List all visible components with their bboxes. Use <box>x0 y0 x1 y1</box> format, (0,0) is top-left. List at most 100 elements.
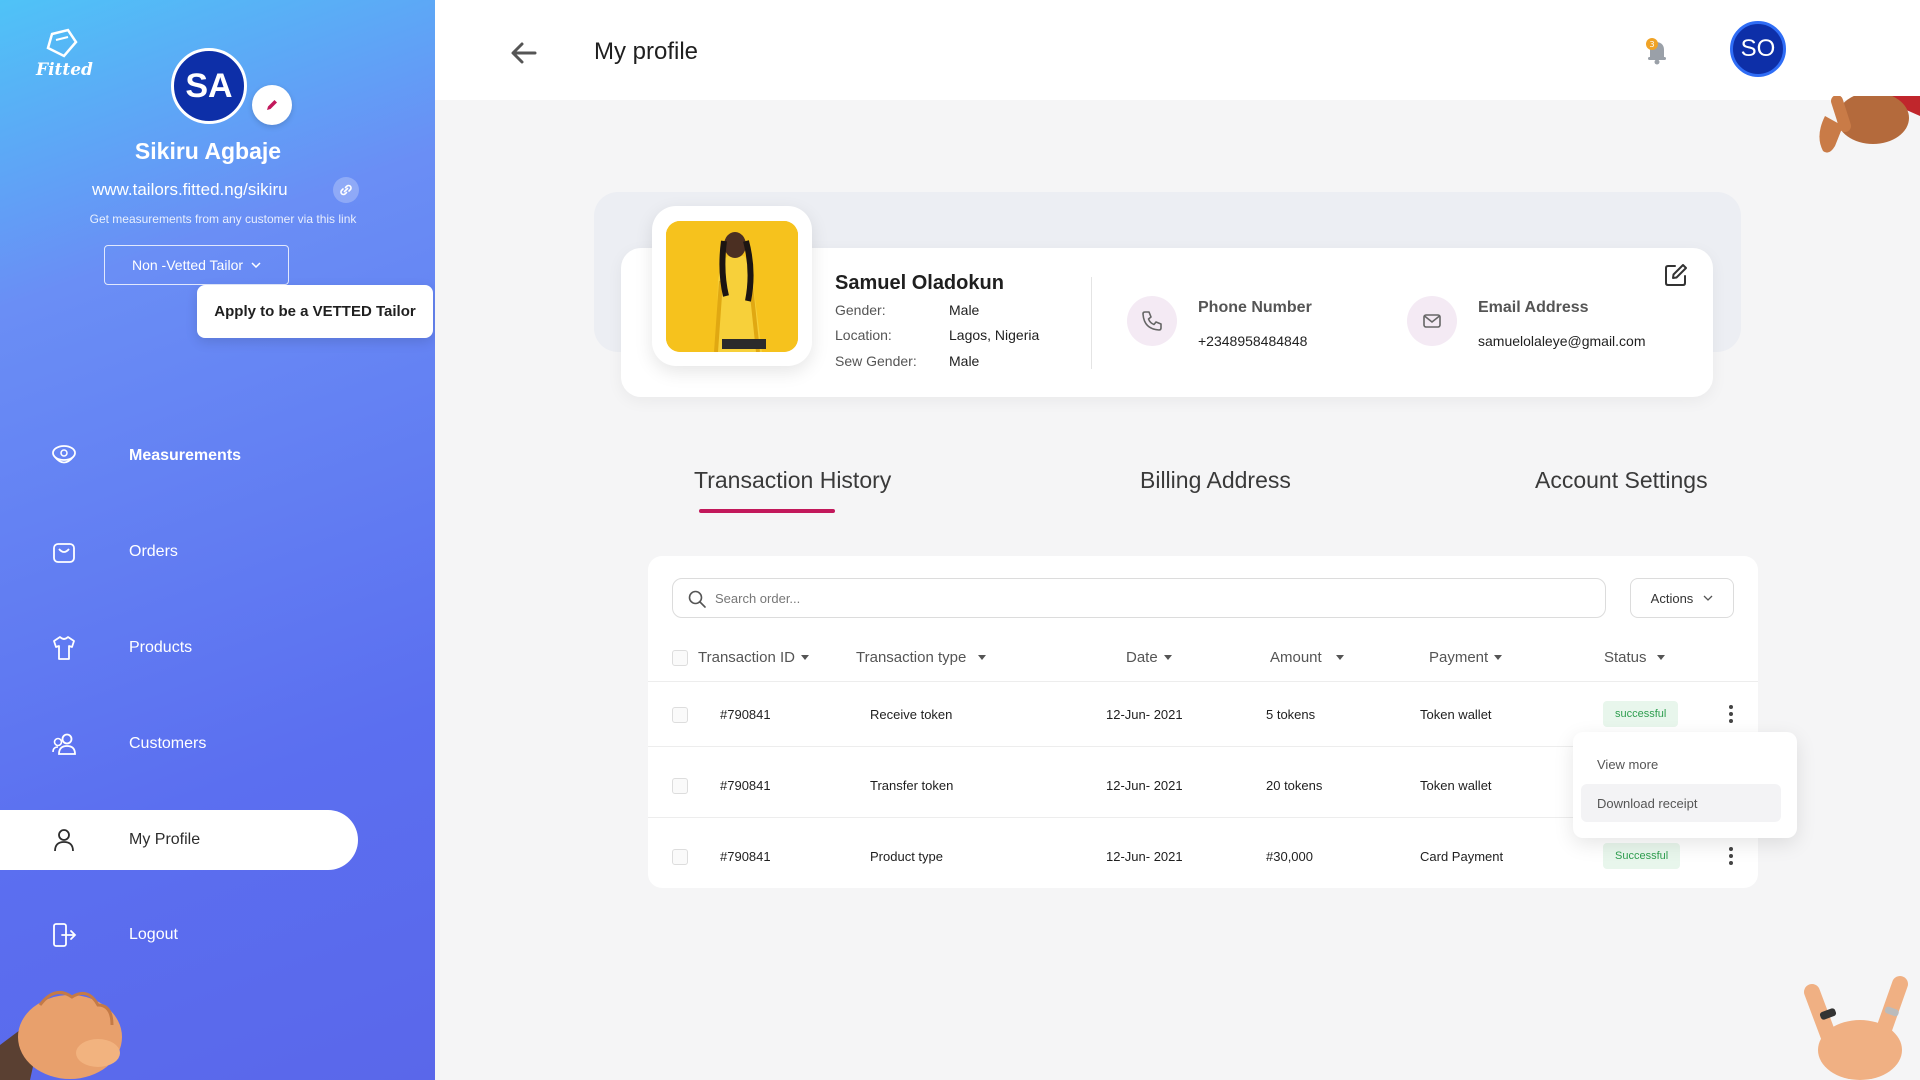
cell-amount: 20 tokens <box>1266 778 1323 793</box>
sort-caret-icon <box>978 655 987 660</box>
back-arrow-icon[interactable] <box>509 38 539 68</box>
sidebar-item-orders[interactable]: Orders <box>0 522 358 582</box>
notification-count-badge: 3 <box>1646 38 1658 50</box>
cell-amount: #30,000 <box>1266 849 1313 864</box>
column-header-label: Payment <box>1429 649 1489 666</box>
phone-label: Phone Number <box>1198 299 1312 316</box>
profile-photo <box>666 221 798 352</box>
sidebar-item-customers[interactable]: Customers <box>0 714 358 774</box>
sort-caret-icon <box>1163 655 1172 660</box>
sidebar-item-label: Measurements <box>129 447 242 464</box>
cell-transaction-id: #790841 <box>720 849 771 864</box>
logo-text: Fitted <box>36 60 93 80</box>
cell-date: 12-Jun- 2021 <box>1106 778 1183 793</box>
column-header-label: Status <box>1604 649 1647 666</box>
cell-payment: Token wallet <box>1420 778 1492 793</box>
tailor-link[interactable]: www.tailors.fitted.ng/sikiru <box>92 180 288 200</box>
link-icon <box>340 184 352 196</box>
tab-transaction-history[interactable]: Transaction History <box>694 467 891 494</box>
cell-transaction-type: Transfer token <box>870 778 954 793</box>
cell-payment: Token wallet <box>1420 707 1492 722</box>
top-bar: My profile 3 SO <box>435 0 1920 100</box>
search-box <box>672 578 1606 618</box>
sort-caret-icon <box>1656 655 1665 660</box>
users-icon <box>50 730 78 758</box>
apply-vetted-button[interactable]: Apply to be a VETTED Tailor <box>197 285 433 338</box>
sidebar-item-label: My Profile <box>129 831 201 848</box>
column-header-transaction-type[interactable]: Transaction type <box>856 649 987 666</box>
sort-caret-icon <box>800 655 809 660</box>
row-checkbox[interactable] <box>672 849 688 865</box>
tab-account-settings[interactable]: Account Settings <box>1535 467 1708 494</box>
active-tab-indicator <box>699 509 835 513</box>
cell-transaction-type: Product type <box>870 849 943 864</box>
copy-link-button[interactable] <box>333 177 359 203</box>
row-context-menu: View more Download receipt <box>1573 732 1797 838</box>
menu-item-view-more[interactable]: View more <box>1581 745 1781 783</box>
column-header-label: Transaction ID <box>698 649 795 666</box>
row-menu-button[interactable] <box>1721 842 1741 870</box>
cell-date: 12-Jun- 2021 <box>1106 849 1183 864</box>
measuring-tape-icon <box>50 442 78 470</box>
sidebar-avatar: SA <box>171 48 247 124</box>
sidebar-item-my-profile[interactable]: My Profile <box>0 810 358 870</box>
location-value: Lagos, Nigeria <box>949 327 1040 343</box>
status-badge: Successful <box>1603 843 1681 869</box>
vetted-status-dropdown[interactable]: Non -Vetted Tailor <box>104 245 289 285</box>
sidebar-item-label: Logout <box>129 926 178 943</box>
column-header-status[interactable]: Status <box>1604 649 1665 666</box>
vetted-status-label: Non -Vetted Tailor <box>131 257 244 273</box>
column-header-label: Amount <box>1270 649 1322 666</box>
page-title: My profile <box>594 38 699 65</box>
email-label: Email Address <box>1478 299 1589 316</box>
cell-transaction-id: #790841 <box>720 778 771 793</box>
row-checkbox[interactable] <box>672 778 688 794</box>
email-value: samuelolaleye@gmail.com <box>1478 333 1646 349</box>
user-avatar[interactable]: SO <box>1730 21 1786 77</box>
gender-label: Gender: <box>835 302 886 318</box>
chevron-down-icon <box>1703 595 1713 601</box>
search-icon <box>688 590 706 608</box>
location-label: Location: <box>835 327 892 343</box>
edit-profile-icon[interactable] <box>1663 262 1689 288</box>
sidebar-item-measurements[interactable]: Measurements <box>0 426 358 486</box>
sidebar: Fitted SA Sikiru Agbaje www.tailors.fitt… <box>0 0 435 1080</box>
row-menu-button[interactable] <box>1721 700 1741 728</box>
row-checkbox[interactable] <box>672 707 688 723</box>
user-icon <box>50 826 78 854</box>
chevron-down-icon <box>251 262 261 268</box>
sidebar-item-logout[interactable]: Logout <box>0 905 358 965</box>
cell-amount: 5 tokens <box>1266 707 1316 722</box>
column-header-amount[interactable]: Amount <box>1270 649 1344 666</box>
card-divider <box>1091 277 1092 369</box>
column-header-date[interactable]: Date <box>1126 649 1172 666</box>
status-badge: successful <box>1603 701 1679 727</box>
shirt-icon <box>50 634 78 662</box>
gender-value: Male <box>949 302 980 318</box>
sort-caret-icon <box>1494 655 1503 660</box>
sidebar-item-products[interactable]: Products <box>0 618 358 678</box>
column-header-payment[interactable]: Payment <box>1429 649 1503 666</box>
sidebar-item-label: Orders <box>129 543 178 560</box>
link-hint: Get measurements from any customer via t… <box>89 212 357 226</box>
tab-billing-address[interactable]: Billing Address <box>1140 467 1291 494</box>
select-all-checkbox[interactable] <box>672 650 688 666</box>
hand-sign-illustration <box>1819 96 1920 153</box>
sort-caret-icon <box>1335 655 1344 660</box>
cell-transaction-type: Receive token <box>870 707 953 722</box>
rock-hand-illustration <box>1804 976 1908 1080</box>
shopping-bag-icon <box>50 538 78 566</box>
tailor-name: Sikiru Agbaje <box>134 138 282 164</box>
edit-avatar-button[interactable] <box>252 85 292 125</box>
menu-item-download-receipt[interactable]: Download receipt <box>1581 784 1781 822</box>
search-input[interactable] <box>715 579 1585 617</box>
column-header-transaction-id[interactable]: Transaction ID <box>698 649 809 666</box>
phone-value: +2348958484848 <box>1198 333 1308 349</box>
cell-payment: Card Payment <box>1420 849 1504 864</box>
column-header-label: Date <box>1126 649 1158 666</box>
sew-gender-label: Sew Gender: <box>835 353 917 369</box>
sidebar-item-label: Customers <box>129 735 207 752</box>
phone-icon-wrap <box>1127 296 1177 346</box>
logout-icon <box>50 921 78 949</box>
actions-dropdown[interactable]: Actions <box>1630 578 1734 618</box>
